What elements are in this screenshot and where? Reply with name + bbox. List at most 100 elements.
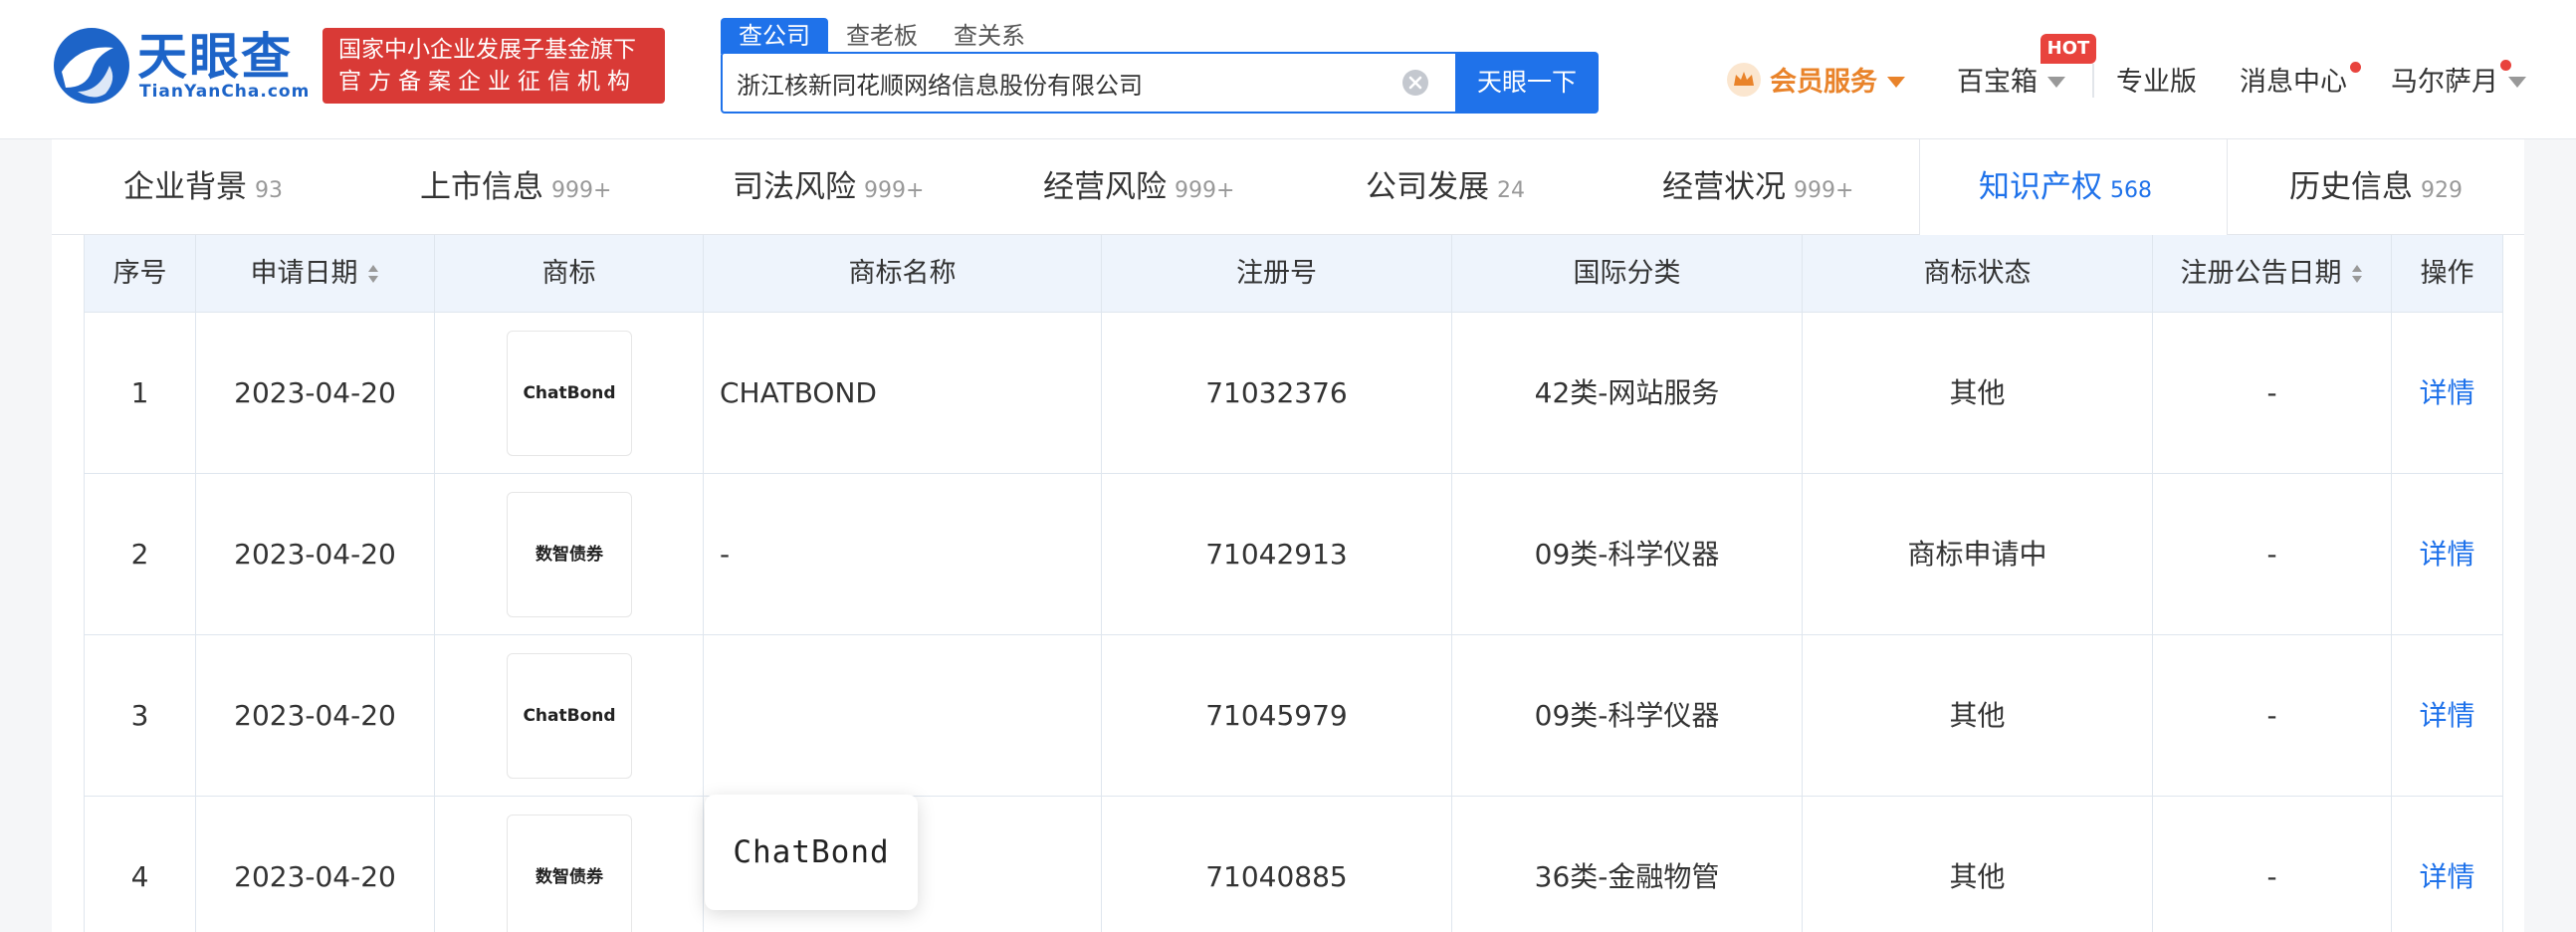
tab-label: 企业背景 bbox=[123, 169, 247, 205]
col-header-logo: 商标 bbox=[435, 235, 704, 312]
tab-label: 公司发展 bbox=[1366, 169, 1489, 205]
cell-notice-date: - bbox=[2153, 313, 2392, 473]
search-box: 天眼一下 bbox=[721, 52, 1599, 114]
company-tabs: 企业背景 93 上市信息 999+ 司法风险 999+ 经营风险 999+ 公司发展 24… bbox=[52, 139, 2524, 236]
pro-version-link[interactable]: 专业版 bbox=[2116, 58, 2197, 108]
search-tab-boss[interactable]: 查老板 bbox=[828, 18, 936, 54]
detail-link[interactable]: 详情 bbox=[2392, 635, 2503, 796]
top-header: 天眼查 TianYanCha.com 国家中小企业发展子基金旗下 官方备案企业征… bbox=[0, 0, 2576, 139]
detail-link[interactable]: 详情 bbox=[2392, 313, 2503, 473]
tab-label: 历史信息 bbox=[2289, 169, 2413, 205]
logo-text: 天眼查 bbox=[137, 28, 293, 86]
col-header-name: 商标名称 bbox=[704, 235, 1102, 312]
cell-class: 36类-金融物管 bbox=[1452, 797, 1803, 932]
table-header: 序号 申请日期 商标 商标名称 注册号 国际分类 商标状态 注册公告日期 操作 bbox=[85, 235, 2503, 313]
cell-notice-date: - bbox=[2153, 635, 2392, 796]
search-type-tabs: 查公司 查老板 查关系 bbox=[721, 18, 1043, 54]
cell-status: 其他 bbox=[1803, 635, 2153, 796]
tab-label: 经营状况 bbox=[1662, 169, 1786, 205]
chevron-down-icon bbox=[2047, 77, 2065, 88]
cell-reg-no: 71032376 bbox=[1102, 313, 1452, 473]
cell-class: 09类-科学仪器 bbox=[1452, 474, 1803, 634]
trademark-logo[interactable]: 数智债券 bbox=[507, 492, 632, 617]
cell-no: 2 bbox=[85, 474, 196, 634]
tab-operating-status[interactable]: 经营状况 999+ bbox=[1662, 139, 1853, 235]
cell-class: 09类-科学仪器 bbox=[1452, 635, 1803, 796]
trademark-logo[interactable]: ChatBond bbox=[507, 653, 632, 779]
gov-badge-line2: 官方备案企业征信机构 bbox=[338, 69, 637, 95]
col-header-label: 申请日期 bbox=[250, 258, 358, 289]
col-header-notice-date[interactable]: 注册公告日期 bbox=[2153, 235, 2392, 312]
chevron-down-icon bbox=[2508, 77, 2526, 88]
cell-notice-date: - bbox=[2153, 474, 2392, 634]
search-button[interactable]: 天眼一下 bbox=[1455, 52, 1599, 114]
tab-label: 经营风险 bbox=[1043, 169, 1167, 205]
trademark-hover-preview: ChatBond bbox=[705, 795, 918, 910]
detail-link[interactable]: 详情 bbox=[2392, 797, 2503, 932]
tab-count: 929 bbox=[2421, 178, 2463, 203]
user-dot bbox=[2500, 60, 2511, 71]
crown-icon bbox=[1727, 63, 1761, 97]
detail-link[interactable]: 详情 bbox=[2392, 474, 2503, 634]
tianyancha-logo[interactable]: 天眼查 TianYanCha.com bbox=[52, 26, 309, 106]
cell-reg-no: 71042913 bbox=[1102, 474, 1452, 634]
cell-name: CHATBOND bbox=[704, 313, 1102, 473]
cell-class: 42类-网站服务 bbox=[1452, 313, 1803, 473]
cell-apply-date: 2023-04-20 bbox=[196, 797, 435, 932]
tab-history-info[interactable]: 历史信息 929 bbox=[2289, 139, 2463, 235]
col-header-apply-date[interactable]: 申请日期 bbox=[196, 235, 435, 312]
trademark-table: 序号 申请日期 商标 商标名称 注册号 国际分类 商标状态 注册公告日期 操作 … bbox=[84, 235, 2503, 932]
cell-reg-no: 71045979 bbox=[1102, 635, 1452, 796]
col-header-status: 商标状态 bbox=[1803, 235, 2153, 312]
cell-no: 1 bbox=[85, 313, 196, 473]
vip-label: 会员服务 bbox=[1770, 67, 1877, 98]
toolbox-label: 百宝箱 bbox=[1957, 67, 2038, 98]
cell-logo: ChatBond bbox=[435, 635, 704, 796]
tab-listing-info[interactable]: 上市信息 999+ bbox=[420, 139, 611, 235]
search-tab-company[interactable]: 查公司 bbox=[721, 18, 828, 54]
cell-apply-date: 2023-04-20 bbox=[196, 313, 435, 473]
tab-count: 999+ bbox=[551, 178, 612, 203]
gov-badge: 国家中小企业发展子基金旗下 官方备案企业征信机构 bbox=[322, 28, 665, 104]
cell-reg-no: 71040885 bbox=[1102, 797, 1452, 932]
sort-icon[interactable] bbox=[366, 263, 380, 285]
chevron-down-icon bbox=[1887, 77, 1905, 88]
tab-count: 24 bbox=[1497, 178, 1525, 203]
cell-status: 其他 bbox=[1803, 797, 2153, 932]
search-tab-relation[interactable]: 查关系 bbox=[936, 18, 1043, 54]
message-center-link[interactable]: 消息中心 bbox=[2240, 58, 2347, 108]
table-row: 4 2023-04-20 数智债券 - 71040885 36类-金融物管 其他… bbox=[85, 797, 2503, 932]
toolbox-menu[interactable]: 百宝箱 bbox=[1957, 58, 2065, 108]
tab-count: 93 bbox=[255, 178, 283, 203]
cell-no: 4 bbox=[85, 797, 196, 932]
nav-divider bbox=[2092, 64, 2094, 98]
search-input[interactable] bbox=[737, 54, 1394, 112]
col-header-reg-no: 注册号 bbox=[1102, 235, 1452, 312]
message-dot bbox=[2350, 62, 2361, 73]
tab-label: 知识产权 bbox=[1979, 169, 2102, 205]
cell-notice-date: - bbox=[2153, 797, 2392, 932]
trademark-logo[interactable]: ChatBond bbox=[507, 331, 632, 456]
cell-apply-date: 2023-04-20 bbox=[196, 635, 435, 796]
tab-operation-risk[interactable]: 经营风险 999+ bbox=[1043, 139, 1234, 235]
content-card: 企业背景 93 上市信息 999+ 司法风险 999+ 经营风险 999+ 公司发展 24… bbox=[52, 139, 2524, 932]
trademark-logo[interactable]: 数智债券 bbox=[507, 815, 632, 932]
cell-name bbox=[704, 635, 1102, 796]
tab-company-development[interactable]: 公司发展 24 bbox=[1366, 139, 1525, 235]
vip-service-menu[interactable]: 会员服务 bbox=[1726, 58, 1905, 108]
col-header-label: 注册公告日期 bbox=[2180, 258, 2342, 289]
table-row: 2 2023-04-20 数智债券 - 71042913 09类-科学仪器 商标… bbox=[85, 474, 2503, 635]
clear-icon[interactable] bbox=[1401, 69, 1429, 97]
sort-icon[interactable] bbox=[2350, 263, 2364, 285]
cell-status: 商标申请中 bbox=[1803, 474, 2153, 634]
col-header-class: 国际分类 bbox=[1452, 235, 1803, 312]
tab-judicial-risk[interactable]: 司法风险 999+ bbox=[733, 139, 924, 235]
tab-count: 999+ bbox=[1175, 178, 1235, 203]
tab-label: 上市信息 bbox=[420, 169, 543, 205]
cell-logo: ChatBond bbox=[435, 313, 704, 473]
tab-enterprise-background[interactable]: 企业背景 93 bbox=[123, 139, 283, 235]
cell-name: - bbox=[704, 474, 1102, 634]
user-name: 马尔萨月 bbox=[2391, 67, 2498, 98]
cell-status: 其他 bbox=[1803, 313, 2153, 473]
tab-intellectual-property[interactable]: 知识产权 568 bbox=[1979, 139, 2152, 235]
